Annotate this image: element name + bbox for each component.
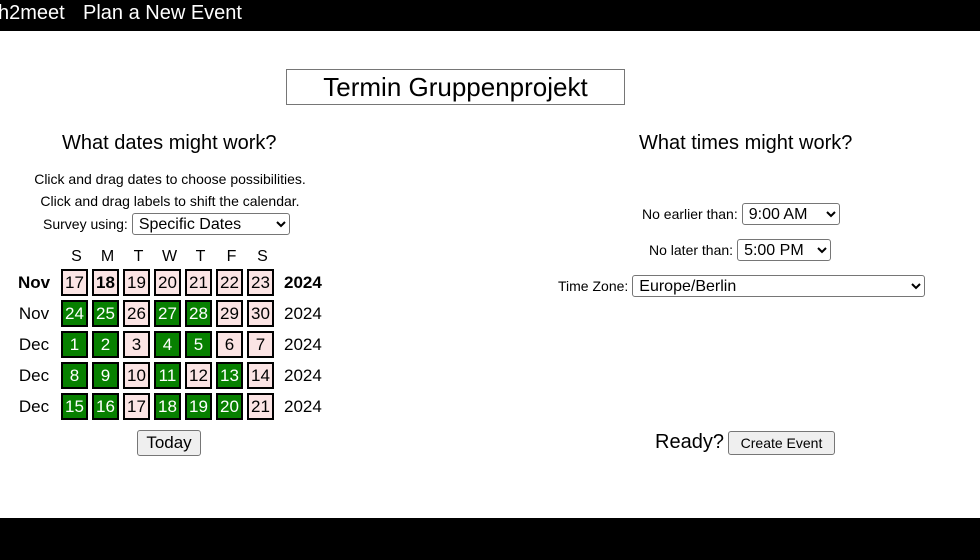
survey-mode-row: Survey using: Specific Dates	[43, 213, 290, 235]
calendar-day-cell[interactable]: 8	[61, 362, 88, 389]
week-month-label[interactable]: Nov	[10, 273, 58, 293]
calendar-day-cell[interactable]: 17	[61, 269, 88, 296]
timezone-label: Time Zone:	[558, 278, 629, 294]
week-year-label[interactable]: 2024	[284, 304, 322, 324]
weekday-label: T	[133, 248, 144, 265]
calendar-day-cell[interactable]: 12	[185, 362, 212, 389]
latest-time-select[interactable]: 5:00 PM	[737, 239, 832, 261]
weekday-label: F	[226, 248, 237, 265]
dates-heading: What dates might work?	[62, 132, 277, 154]
brand-link[interactable]: h2meet	[0, 0, 65, 26]
week-month-label[interactable]: Dec	[10, 366, 58, 386]
week-year-label[interactable]: 2024	[284, 366, 322, 386]
calendar-day-cell[interactable]: 1	[61, 331, 88, 358]
calendar-day-cell[interactable]: 5	[185, 331, 212, 358]
calendar-day-cell[interactable]: 25	[92, 300, 119, 327]
survey-label: Survey using:	[43, 216, 128, 232]
weekday-label: S	[71, 248, 82, 265]
week-month-label[interactable]: Nov	[10, 304, 58, 324]
calendar-day-cell[interactable]: 7	[247, 331, 274, 358]
timezone-row: Time Zone: Europe/Berlin	[558, 275, 926, 297]
calendar-day-cell[interactable]: 19	[123, 269, 150, 296]
calendar-day-cell[interactable]: 15	[61, 393, 88, 420]
calendar-day-cell[interactable]: 4	[154, 331, 181, 358]
calendar-day-cell[interactable]: 26	[123, 300, 150, 327]
calendar-day-cell[interactable]: 2	[92, 331, 119, 358]
calendar-day-cell[interactable]: 20	[216, 393, 243, 420]
calendar-day-cell[interactable]: 29	[216, 300, 243, 327]
latest-label: No later than:	[649, 242, 734, 258]
survey-mode-select[interactable]: Specific Dates	[131, 213, 290, 235]
plan-new-event-link[interactable]: Plan a New Event	[83, 0, 242, 26]
dates-instruction-select: Click and drag dates to choose possibili…	[34, 171, 306, 187]
event-name-input[interactable]	[286, 69, 625, 105]
calendar-day-cell[interactable]: 28	[185, 300, 212, 327]
calendar-day-cell[interactable]: 21	[247, 393, 274, 420]
calendar-day-cell[interactable]: 10	[123, 362, 150, 389]
calendar-day-cell[interactable]: 18	[92, 269, 119, 296]
earliest-time-row: No earlier than: 9:00 AM	[642, 203, 840, 225]
times-heading: What times might work?	[639, 132, 853, 154]
calendar-day-cell[interactable]: 20	[154, 269, 181, 296]
calendar-day-cell[interactable]: 23	[247, 269, 274, 296]
weekday-label: M	[100, 248, 115, 265]
calendar-day-cell[interactable]: 6	[216, 331, 243, 358]
calendar-day-cell[interactable]: 18	[154, 393, 181, 420]
weekday-label: T	[195, 248, 206, 265]
week-month-label[interactable]: Dec	[10, 335, 58, 355]
calendar-day-cell[interactable]: 13	[216, 362, 243, 389]
earliest-label: No earlier than:	[642, 206, 738, 222]
calendar-day-cell[interactable]: 19	[185, 393, 212, 420]
top-nav-bar: h2meet Plan a New Event	[0, 0, 980, 31]
today-button[interactable]: Today	[137, 430, 201, 456]
week-month-label[interactable]: Dec	[10, 397, 58, 417]
week-year-label[interactable]: 2024	[284, 335, 322, 355]
calendar-day-cell[interactable]: 16	[92, 393, 119, 420]
calendar-day-cell[interactable]: 27	[154, 300, 181, 327]
calendar-day-cell[interactable]: 22	[216, 269, 243, 296]
weekday-header: S M TWT F S	[61, 248, 278, 266]
week-year-label[interactable]: 2024	[284, 397, 322, 417]
dates-instruction-shift: Click and drag labels to shift the calen…	[40, 193, 300, 209]
create-event-button[interactable]: Create Event	[728, 431, 835, 455]
calendar-day-cell[interactable]: 9	[92, 362, 119, 389]
weekday-label: W	[161, 248, 178, 265]
bottom-bar	[0, 518, 980, 560]
timezone-select[interactable]: Europe/Berlin	[632, 275, 926, 297]
calendar-day-cell[interactable]: 14	[247, 362, 274, 389]
calendar-day-cell[interactable]: 24	[61, 300, 88, 327]
calendar-day-cell[interactable]: 30	[247, 300, 274, 327]
earliest-time-select[interactable]: 9:00 AM	[741, 203, 840, 225]
calendar-day-cell[interactable]: 17	[123, 393, 150, 420]
latest-time-row: No later than: 5:00 PM	[649, 239, 832, 261]
calendar-day-cell[interactable]: 3	[123, 331, 150, 358]
ready-label: Ready?	[655, 431, 724, 453]
calendar-day-cell[interactable]: 21	[185, 269, 212, 296]
weekday-label: S	[257, 248, 268, 265]
week-year-label[interactable]: 2024	[284, 273, 322, 293]
calendar-day-cell[interactable]: 11	[154, 362, 181, 389]
